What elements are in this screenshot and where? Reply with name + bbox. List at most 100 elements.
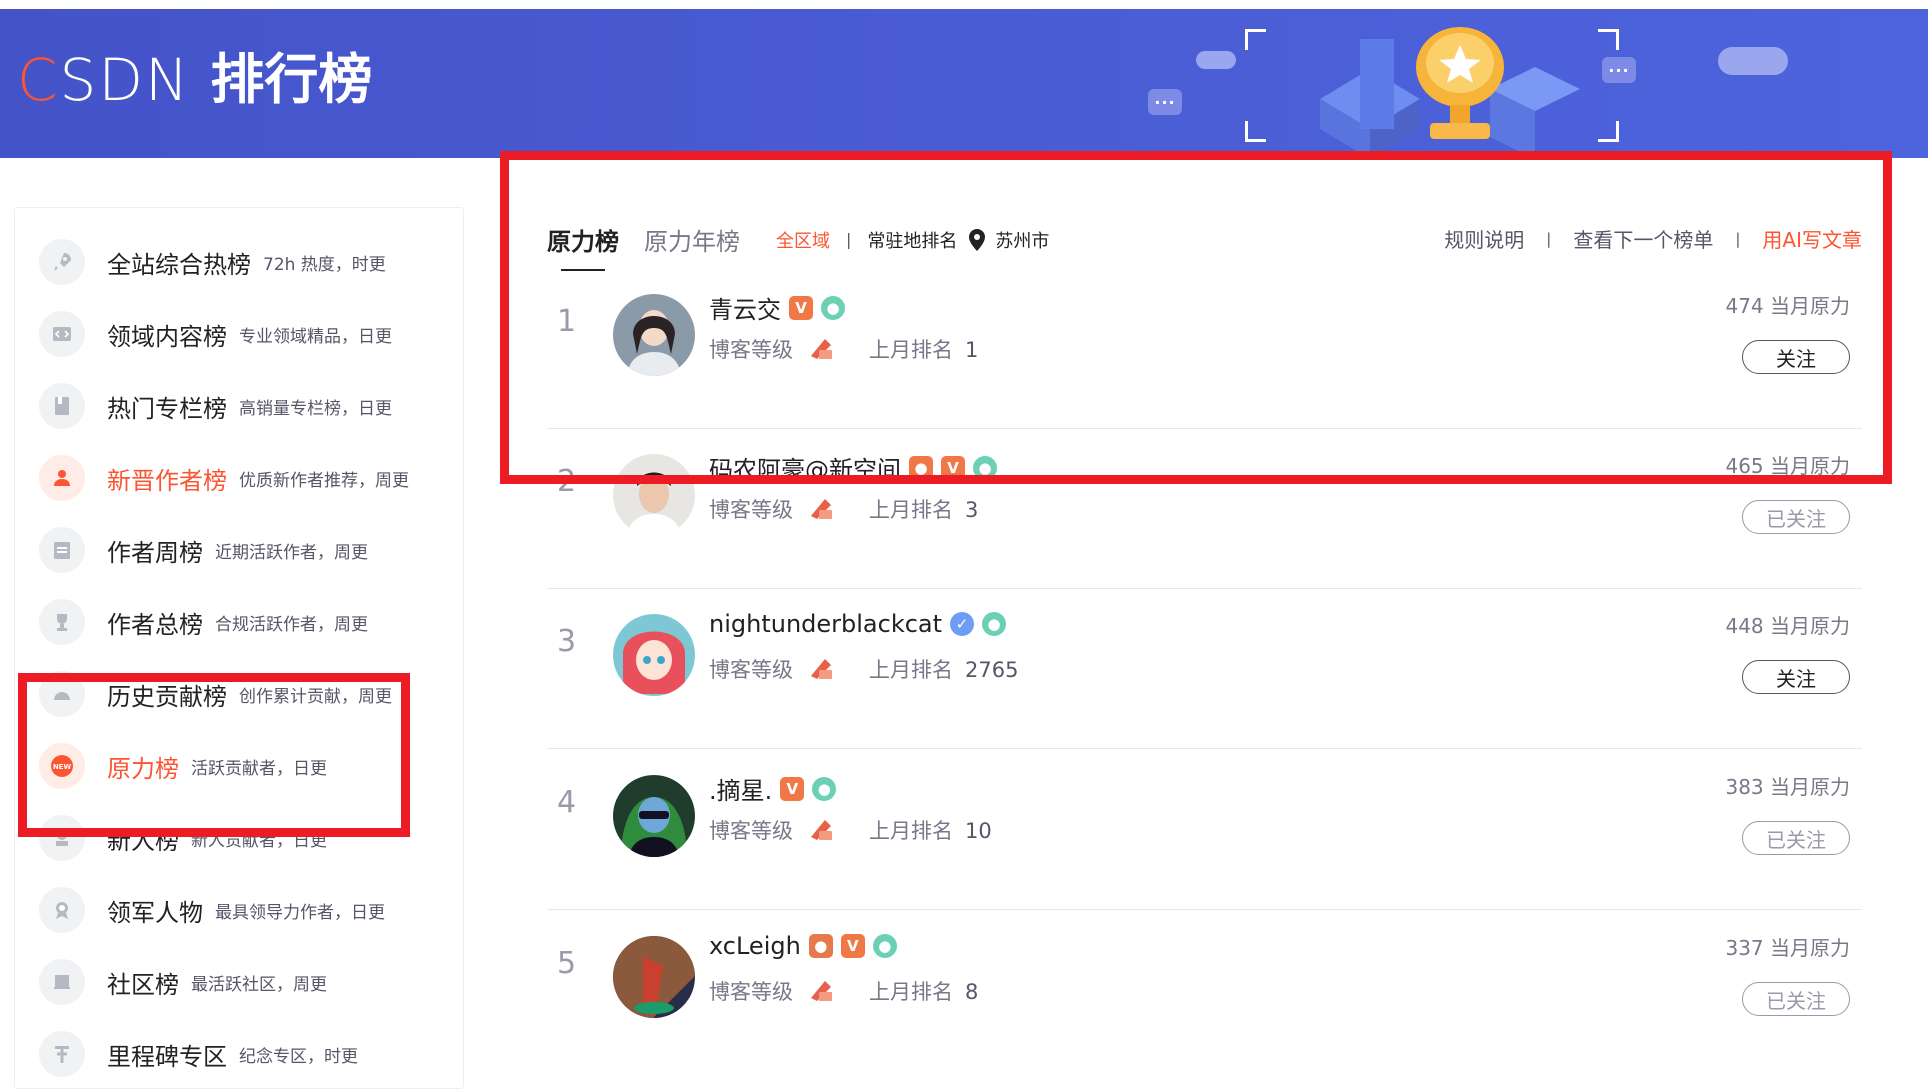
next-list-link[interactable]: 查看下一个榜单 (1573, 224, 1713, 253)
following-button[interactable]: 已关注 (1742, 500, 1850, 534)
avatar[interactable] (613, 775, 695, 857)
sidebar-item-label: 领军人物 (107, 898, 203, 927)
sidebar-item-total[interactable]: 作者总榜 合规活跃作者，周更 (39, 594, 368, 650)
username[interactable]: 码农阿豪@新空间 ● V ● (709, 450, 997, 485)
monthly-force: 448 当月原力 (1725, 614, 1850, 638)
username-text: nightunderblackcat (709, 610, 943, 638)
blog-level-label: 博客等级 (709, 498, 793, 522)
list-item: 4 .摘星. V ● 博客等级 上月排名 10 383 当月原力 已关注 (547, 749, 1862, 910)
chat-bubble-icon: ··· (1602, 57, 1636, 83)
location-pin-icon (969, 228, 986, 251)
tab-force[interactable]: 原力榜 (547, 222, 619, 271)
newbie-icon (39, 815, 85, 861)
avatar[interactable] (613, 454, 695, 536)
sidebar-item-community[interactable]: 社区榜 最活跃社区，周更 (39, 954, 327, 1010)
username[interactable]: .摘星. V ● (709, 771, 837, 806)
list-item: 5 xcLeigh ● V ● 博客等级 上月排名 8 337 当月原力 已关注 (547, 910, 1862, 1070)
following-button[interactable]: 已关注 (1742, 982, 1850, 1016)
rank-number: 2 (557, 464, 577, 499)
sidebar-item-label: 全站综合热榜 (107, 250, 251, 279)
sidebar-item-label: 原力榜 (107, 754, 179, 783)
verified-v-icon: V (840, 934, 865, 958)
monthly-force: 337 当月原力 (1725, 936, 1850, 960)
follow-button[interactable]: 关注 (1742, 340, 1850, 374)
sidebar-item-new-author[interactable]: 新晋作者榜 优质新作者推荐，周更 (39, 450, 409, 506)
sidebar-item-label: 新晋作者榜 (107, 466, 227, 495)
sidebar-item-leader[interactable]: 领军人物 最具领导力作者，日更 (39, 882, 385, 938)
csdn-logo[interactable]: CSDN 排行榜 (17, 51, 372, 109)
sidebar-item-milestone[interactable]: 里程碑专区 纪念专区，时更 (39, 1026, 358, 1082)
sidebar-item-force[interactable]: NEW 原力榜 活跃贡献者，日更 (39, 738, 327, 794)
tab-force-year[interactable]: 原力年榜 (644, 222, 740, 257)
avatar[interactable] (613, 936, 695, 1018)
sidebar-item-desc: 活跃贡献者，日更 (191, 758, 327, 779)
user-meta: 博客等级 上月排名 3 (709, 494, 978, 524)
user-icon (39, 455, 85, 501)
sidebar-item-desc: 纪念专区，时更 (239, 1046, 358, 1067)
sidebar-item-desc: 创作累计贡献，周更 (239, 686, 392, 707)
page-title: 排行榜 (210, 48, 373, 111)
sidebar-item-desc: 近期活跃作者，周更 (215, 542, 368, 563)
rules-link[interactable]: 规则说明 (1444, 224, 1524, 253)
sidebar-item-desc: 新人贡献者，日更 (191, 830, 327, 851)
blog-level-icon (811, 499, 832, 519)
following-button[interactable]: 已关注 (1742, 821, 1850, 855)
sidebar-item-desc: 72h 热度，时更 (263, 254, 386, 275)
monthly-force: 465 当月原力 (1725, 454, 1850, 478)
blog-level-label: 博客等级 (709, 338, 793, 362)
last-month-rank: 上月排名 8 (869, 980, 979, 1004)
sidebar-item-desc: 最具领导力作者，日更 (215, 902, 385, 923)
sidebar-item-domain[interactable]: 领域内容榜 专业领域精品，日更 (39, 306, 392, 362)
username-text: .摘星. (709, 777, 773, 805)
history-icon (39, 671, 85, 717)
rocket-icon (39, 239, 85, 285)
blog-level-icon (811, 339, 832, 359)
list-item: 2 码农阿豪@新空间 ● V ● 博客等级 上月排名 3 465 当月原力 已关注 (547, 428, 1862, 589)
rank-number: 5 (557, 946, 577, 981)
monthly-force: 383 当月原力 (1725, 775, 1850, 799)
top-strip (0, 0, 1928, 9)
sidebar-item-history[interactable]: 历史贡献榜 创作累计贡献，周更 (39, 666, 392, 722)
divider: | (846, 230, 852, 249)
follow-button[interactable]: 关注 (1742, 660, 1850, 694)
sidebar-item-desc: 最活跃社区，周更 (191, 974, 327, 995)
username[interactable]: 青云交 V ● (709, 290, 845, 325)
sidebar-item-label: 历史贡献榜 (107, 682, 227, 711)
sidebar-item-newbie[interactable]: 新人榜 新人贡献者，日更 (39, 810, 327, 866)
blog-level-label: 博客等级 (709, 980, 793, 1004)
sidebar-item-label: 作者总榜 (107, 610, 203, 639)
username-text: 码农阿豪@新空间 (709, 456, 901, 484)
community-icon: ● (812, 776, 837, 801)
ai-write-link[interactable]: 用AI写文章 (1762, 224, 1862, 253)
rank-number: 3 (557, 624, 577, 659)
blog-level-label: 博客等级 (709, 658, 793, 682)
medal-icon (39, 887, 85, 933)
verified-v-icon: V (941, 455, 965, 480)
avatar[interactable] (613, 614, 695, 696)
header-links: 规则说明 | 查看下一个榜单 | 用AI写文章 (1444, 224, 1862, 253)
calendar-icon (39, 527, 85, 573)
avatar[interactable] (613, 294, 695, 376)
filter-resident-rank[interactable]: 常驻地排名 (867, 227, 957, 253)
rank-number: 1 (557, 304, 577, 339)
ranking-sidebar: 全站综合热榜 72h 热度，时更 领域内容榜 专业领域精品，日更 热门专栏榜 高… (14, 207, 464, 1089)
new-badge-icon: NEW (39, 743, 85, 789)
milestone-icon (39, 1031, 85, 1077)
location-selector[interactable]: 苏州市 (967, 227, 1049, 253)
user-meta: 博客等级 上月排名 2765 (709, 654, 1018, 684)
location-text: 苏州市 (995, 230, 1050, 252)
username[interactable]: xcLeigh ● V ● (709, 932, 897, 960)
sidebar-item-label: 领域内容榜 (107, 322, 227, 351)
community-icon: ● (973, 455, 997, 480)
sidebar-item-label: 新人榜 (107, 826, 179, 855)
sidebar-item-column[interactable]: 热门专栏榜 高销量专栏榜，日更 (39, 378, 392, 434)
sidebar-item-label: 热门专栏榜 (107, 394, 227, 423)
sidebar-item-weekly[interactable]: 作者周榜 近期活跃作者，周更 (39, 522, 368, 578)
svg-text:NEW: NEW (53, 763, 72, 771)
frame-corner (1598, 29, 1619, 50)
cloud-decoration (1718, 47, 1788, 75)
filter-all-region[interactable]: 全区域 (776, 227, 830, 253)
community-icon: ● (872, 934, 897, 958)
sidebar-item-site-hot[interactable]: 全站综合热榜 72h 热度，时更 (39, 234, 386, 290)
username[interactable]: nightunderblackcat ✓ ● (709, 610, 1007, 638)
